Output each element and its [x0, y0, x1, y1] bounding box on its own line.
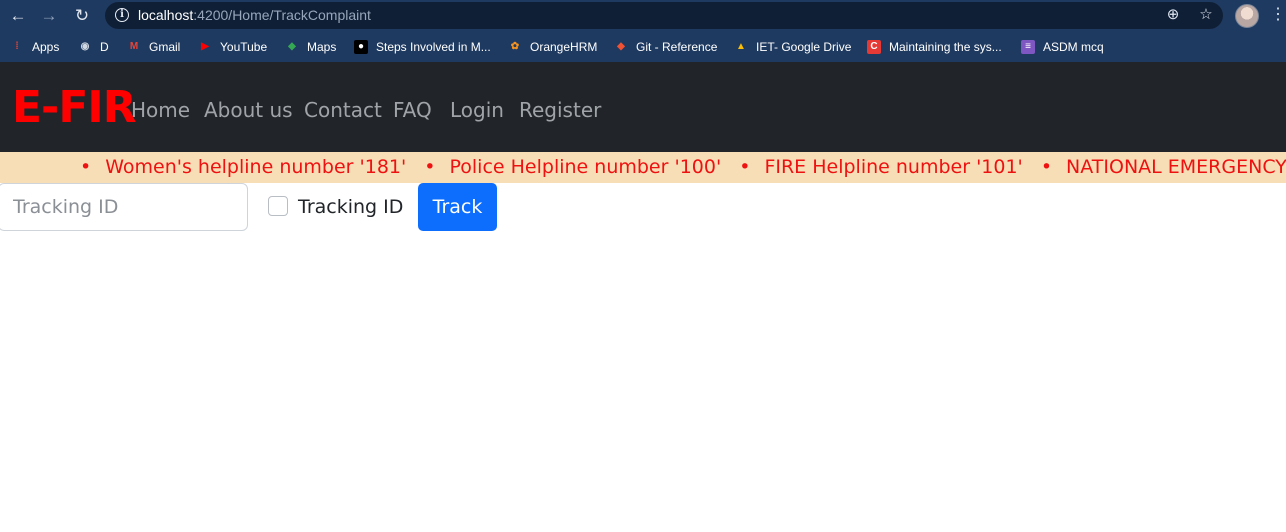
- bookmark-label: IET- Google Drive: [756, 40, 852, 54]
- nav-about-us[interactable]: About us: [204, 97, 293, 123]
- bookmark-label: Maintaining the sys...: [889, 40, 1002, 54]
- nav-home[interactable]: Home: [131, 97, 190, 123]
- globe-icon: ◉: [80, 41, 90, 52]
- bookmark-item[interactable]: ≡ ASDM mcq: [1021, 38, 1104, 56]
- bookmark-star-icon[interactable]: ☆: [1196, 5, 1216, 25]
- bookmark-label: Gmail: [149, 40, 181, 54]
- bookmarks-bar: ⁞ Apps ◉ D M Gmail ▶ YouTube ◆ Maps ● Steps Involve…: [0, 31, 1286, 83]
- address-bar[interactable]: i localhost:4200/Home/TrackComplaint ⊕ ☆: [105, 2, 1223, 29]
- youtube-icon: ▶: [201, 41, 209, 52]
- site-info-icon[interactable]: i: [115, 8, 129, 22]
- apps-grid-icon: ⁞: [15, 41, 19, 52]
- ticker-item: NATIONAL EMERGENCY NUMBER: [1041, 155, 1286, 180]
- bookmark-label: Maps: [307, 40, 337, 54]
- orangehrm-icon: ✿: [510, 41, 520, 52]
- bookmark-label: Apps: [32, 40, 60, 54]
- forward-arrow-icon[interactable]: →: [37, 4, 61, 28]
- bookmark-item[interactable]: ▲ IET- Google Drive: [734, 38, 851, 56]
- bookmark-item[interactable]: ● Steps Involved in M...: [354, 38, 491, 56]
- git-icon: ◆: [617, 41, 625, 52]
- nav-register[interactable]: Register: [519, 97, 601, 123]
- ticker-item: FIRE Helpline number '101': [739, 155, 1022, 180]
- brand-logo[interactable]: E-FIR: [12, 80, 137, 136]
- ticker-item: Police Helpline number '100': [424, 155, 722, 180]
- nav-faq[interactable]: FAQ: [393, 97, 432, 123]
- bookmark-label: Steps Involved in M...: [376, 40, 491, 54]
- bookmark-label: ASDM mcq: [1043, 40, 1104, 54]
- back-arrow-icon[interactable]: ←: [6, 4, 30, 28]
- tracking-id-checkbox[interactable]: [268, 196, 288, 216]
- bookmark-item[interactable]: ◆ Maps: [285, 38, 336, 56]
- site-navbar: E-FIR Home About us Contact FAQ Login Re…: [0, 62, 1286, 152]
- c-icon: C: [867, 40, 881, 54]
- bookmark-item[interactable]: M Gmail: [127, 38, 181, 56]
- profile-avatar[interactable]: [1235, 4, 1259, 28]
- bookmark-label: D: [100, 40, 109, 54]
- google-drive-icon: ▲: [736, 41, 746, 52]
- ticker-track: Women's helpline number '181' Police Hel…: [80, 155, 1286, 180]
- tracking-id-input[interactable]: [0, 183, 248, 231]
- zoom-icon[interactable]: ⊕: [1163, 5, 1183, 25]
- medium-icon: ●: [354, 40, 368, 54]
- gmail-icon: M: [129, 41, 139, 52]
- bookmark-label: Git - Reference: [636, 40, 718, 54]
- browser-menu-icon[interactable]: ⋮: [1270, 4, 1286, 26]
- checkbox-label: Tracking ID: [298, 196, 404, 218]
- bookmark-item[interactable]: ⁞ Apps: [10, 38, 59, 56]
- bookmark-label: YouTube: [220, 40, 268, 54]
- ticker-item: Women's helpline number '181': [80, 155, 406, 180]
- nav-login[interactable]: Login: [450, 97, 504, 123]
- bookmark-item[interactable]: ▶ YouTube: [198, 38, 267, 56]
- bookmark-item[interactable]: ◉ D: [78, 38, 109, 56]
- maps-icon: ◆: [288, 41, 296, 52]
- track-button[interactable]: Track: [418, 183, 497, 231]
- url-text[interactable]: localhost:4200/Home/TrackComplaint: [138, 7, 371, 23]
- browser-toolbar: ← → ↻ i localhost:4200/Home/TrackComplai…: [0, 0, 1286, 31]
- nav-contact[interactable]: Contact: [304, 97, 382, 123]
- bookmark-item[interactable]: C Maintaining the sys...: [867, 38, 1002, 56]
- bookmark-item[interactable]: ◆ Git - Reference: [614, 38, 717, 56]
- bookmark-label: OrangeHRM: [530, 40, 598, 54]
- helpline-ticker: Women's helpline number '181' Police Hel…: [0, 152, 1286, 183]
- reload-icon[interactable]: ↻: [70, 4, 94, 28]
- bookmark-item[interactable]: ✿ OrangeHRM: [508, 38, 598, 56]
- forms-icon: ≡: [1021, 40, 1035, 54]
